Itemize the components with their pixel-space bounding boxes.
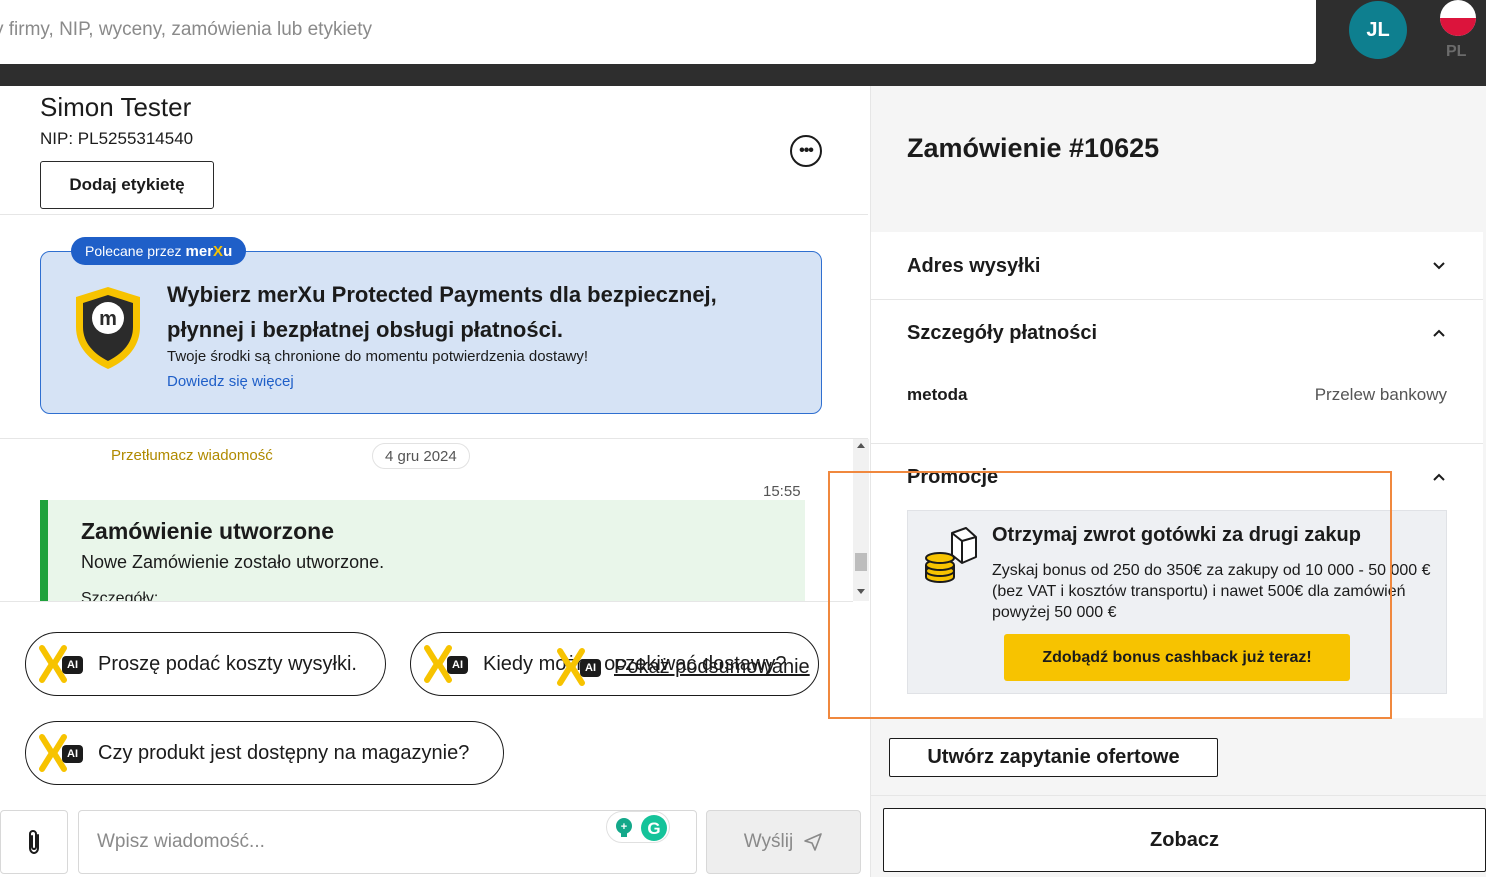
summary-link-text[interactable]: Pokaż podsumowanie <box>614 656 810 679</box>
language-code[interactable]: PL <box>1446 43 1466 61</box>
merxu-ai-icon: AI <box>556 647 604 687</box>
date-chip: 4 gru 2024 <box>372 443 470 469</box>
see-order-button[interactable]: Zobacz <box>883 808 1486 872</box>
payment-method-value: Przelew bankowy <box>1314 385 1447 404</box>
merxu-logo: merXu <box>185 242 233 260</box>
message-input[interactable] <box>78 810 697 874</box>
section-shipping-address[interactable]: Adres wysyłki <box>907 255 1040 278</box>
payment-method-label: metoda <box>907 385 968 404</box>
shield-icon: m <box>76 287 140 369</box>
chevron-down-icon[interactable] <box>1432 259 1446 273</box>
message-title: Zamówienie utworzone <box>81 518 335 544</box>
search-box <box>0 0 1316 64</box>
promo-title: Wybierz merXu Protected Payments dla bez… <box>167 282 717 342</box>
top-bar: JL PL <box>0 0 1486 86</box>
scroll-up-icon[interactable] <box>857 443 865 448</box>
lightbulb-icon: + <box>616 818 632 837</box>
cashback-promo-card: Otrzymaj zwrot gotówki za drugi zakup Zy… <box>907 510 1447 694</box>
send-button[interactable]: Wyślij <box>706 810 861 874</box>
merxu-ai-icon: AI <box>38 733 86 773</box>
grammarly-widget[interactable]: + G <box>606 811 670 843</box>
message-details: Szczegóły: <box>81 590 159 601</box>
promo-subtitle: Twoje środki są chronione do momentu pot… <box>167 348 589 365</box>
divider <box>0 601 853 602</box>
attach-button[interactable] <box>0 810 68 874</box>
divider <box>871 299 1483 300</box>
svg-text:m: m <box>99 308 117 330</box>
avatar[interactable]: JL <box>1349 1 1407 59</box>
suggestion-chip-shipping-costs[interactable]: AI Proszę podać koszty wysyłki. <box>25 632 386 696</box>
send-icon <box>804 833 823 851</box>
recommended-badge: Polecane przez merXu <box>71 237 247 265</box>
company-name: Simon Tester <box>40 92 192 122</box>
more-options-icon[interactable]: ••• <box>790 135 822 167</box>
search-input[interactable] <box>0 0 1300 60</box>
order-title: Zamówienie #10625 <box>907 133 1160 163</box>
scroll-down-icon[interactable] <box>857 589 865 594</box>
section-payment-details[interactable]: Szczegóły płatności <box>907 322 1097 345</box>
message-time: 15:55 <box>763 483 801 500</box>
message-scrollbar[interactable] <box>853 439 869 601</box>
cashback-description: Zyskaj bonus od 250 do 350€ za zakupy od… <box>992 562 1431 621</box>
grammarly-icon: G <box>641 815 667 841</box>
message-body: Nowe Zamówienie zostało utworzone. <box>81 552 385 572</box>
chevron-up-icon[interactable] <box>1432 326 1446 340</box>
translate-message-link[interactable]: Przetłumacz wiadomość <box>111 447 273 464</box>
send-label: Wyślij <box>743 831 794 852</box>
cashback-title: Otrzymaj zwrot gotówki za drugi zakup <box>992 524 1361 546</box>
suggestion-text: Proszę podać koszty wysyłki. <box>98 652 357 675</box>
learn-more-link[interactable]: Dowiedz się więcej <box>167 373 294 390</box>
divider <box>871 443 1483 444</box>
coins-box-icon <box>925 527 977 583</box>
svg-text:+: + <box>621 821 627 833</box>
add-label-button[interactable]: Dodaj etykietę <box>40 161 214 209</box>
section-promotions[interactable]: Promocje <box>907 466 998 489</box>
merxu-ai-icon: AI <box>38 644 86 684</box>
get-cashback-button[interactable]: Zdobądź bonus cashback już teraz! <box>1004 634 1350 681</box>
message-list[interactable]: Przetłumacz wiadomość 4 gru 2024 15:55 Z… <box>0 439 870 601</box>
create-rfq-button[interactable]: Utwórz zapytanie ofertowe <box>889 738 1218 777</box>
suggestion-chip-stock[interactable]: AI Czy produkt jest dostępny na magazyni… <box>25 721 504 785</box>
company-nip: NIP: PL5255314540 <box>40 129 194 148</box>
suggestion-text: Czy produkt jest dostępny na magazynie? <box>98 741 470 764</box>
show-summary-link[interactable]: AI Pokaż podsumowanie <box>556 647 810 687</box>
recommended-label: Polecane przez <box>85 243 182 259</box>
svg-text:G: G <box>647 819 660 838</box>
paperclip-icon <box>29 829 39 855</box>
divider <box>0 214 868 215</box>
chevron-up-icon[interactable] <box>1432 470 1446 484</box>
poland-flag-icon[interactable] <box>1440 0 1476 36</box>
scroll-thumb[interactable] <box>855 553 867 571</box>
order-created-message: Zamówienie utworzone Nowe Zamówienie zos… <box>40 500 805 601</box>
merxu-ai-icon: AI <box>423 644 471 684</box>
divider <box>871 795 1486 796</box>
